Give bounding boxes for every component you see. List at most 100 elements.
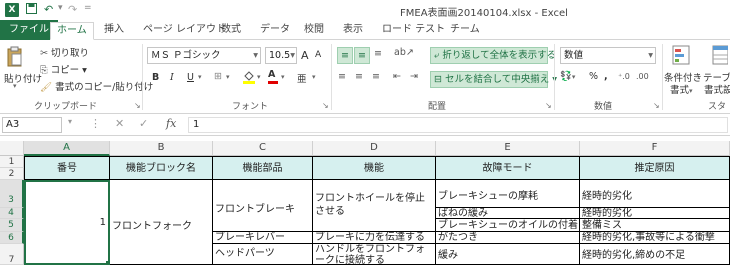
alignment-launcher-icon[interactable]: ↘ bbox=[545, 101, 552, 110]
failure-mode-cell[interactable]: ブレーキシューのオイルの付着 bbox=[436, 219, 580, 232]
header-cell-part[interactable]: 機能部品 bbox=[213, 156, 313, 180]
failure-mode-cell[interactable]: 緩み bbox=[436, 244, 580, 265]
row-header[interactable]: 4 bbox=[0, 208, 24, 219]
number-cell[interactable]: 1 bbox=[24, 180, 110, 265]
chevron-down-icon[interactable]: ▾ bbox=[226, 73, 230, 81]
wrap-text-button[interactable]: ⤶ 折り返して全体を表示する bbox=[430, 47, 556, 64]
fill-color-button[interactable] bbox=[243, 70, 255, 87]
failure-mode-cell[interactable]: がたつき bbox=[436, 232, 580, 244]
part-cell[interactable]: フロントブレーキ bbox=[213, 180, 313, 232]
accounting-format-button[interactable]: 💱▾ bbox=[560, 71, 575, 82]
table-format-label-2[interactable]: 書式設 bbox=[704, 82, 730, 96]
row-header[interactable]: 2 bbox=[0, 168, 24, 180]
decrease-decimal-button[interactable]: .00 bbox=[636, 72, 649, 81]
tab-data[interactable]: データ bbox=[254, 22, 296, 40]
italic-button[interactable]: I bbox=[170, 72, 174, 83]
orientation-button[interactable]: ab↗ bbox=[394, 47, 414, 58]
column-header-f[interactable]: F bbox=[580, 141, 730, 156]
header-cell-function[interactable]: 機能 bbox=[313, 156, 436, 180]
align-center-button[interactable]: ≡ bbox=[355, 71, 363, 82]
chevron-down-icon[interactable]: ▾ bbox=[281, 73, 285, 81]
tab-view[interactable]: 表示 bbox=[337, 22, 369, 40]
enter-icon[interactable]: ✓ bbox=[139, 117, 148, 130]
align-right-button[interactable]: ≡ bbox=[372, 71, 380, 82]
copy-button[interactable]: ⎘ コピー ▾ bbox=[40, 62, 87, 76]
insert-function-icon[interactable]: fx bbox=[166, 117, 176, 130]
cut-button[interactable]: ✂ 切り取り bbox=[40, 45, 89, 59]
align-middle-button[interactable]: ≡ bbox=[354, 47, 370, 64]
tab-review[interactable]: 校閲 bbox=[298, 22, 330, 40]
row-header[interactable]: 6 bbox=[0, 232, 24, 244]
font-size-select[interactable]: 10.5 ▾ bbox=[265, 47, 297, 64]
bold-button[interactable]: B bbox=[152, 72, 159, 83]
number-format-select[interactable]: 数値 ▾ bbox=[560, 47, 656, 64]
failure-mode-cell[interactable]: ばねの緩み bbox=[436, 208, 580, 219]
failure-mode-cell[interactable]: ブレーキシューの摩耗 bbox=[436, 180, 580, 208]
conditional-format-icon[interactable] bbox=[672, 45, 690, 68]
merge-center-button[interactable]: ⊟ セルを結合して中央揃え ▾ bbox=[430, 71, 557, 88]
phonetic-button[interactable]: 亜 bbox=[297, 71, 307, 85]
part-cell[interactable]: ヘッドパーツ bbox=[213, 244, 313, 265]
undo-icon[interactable]: ↶ bbox=[44, 3, 53, 16]
border-icon[interactable]: ⊞ bbox=[214, 71, 222, 82]
header-cell-failure-mode[interactable]: 故障モード bbox=[436, 156, 580, 180]
column-header-d[interactable]: D bbox=[313, 141, 436, 156]
block-cell[interactable]: フロントフォーク bbox=[110, 180, 213, 265]
column-header-b[interactable]: B bbox=[110, 141, 213, 156]
row-header[interactable]: 5 bbox=[0, 219, 24, 232]
paste-button[interactable] bbox=[6, 46, 24, 71]
paste-label[interactable]: 貼り付け bbox=[4, 71, 42, 85]
column-header-a[interactable]: A bbox=[24, 141, 110, 156]
increase-indent-button[interactable]: ⇥ bbox=[410, 71, 418, 82]
tab-team[interactable]: チーム bbox=[444, 22, 486, 40]
chevron-down-icon[interactable]: ▾ bbox=[257, 73, 261, 81]
chevron-down-icon[interactable]: ▾ bbox=[312, 73, 316, 81]
name-box-dropdown-icon[interactable]: ▾ bbox=[68, 117, 72, 126]
tab-formulas[interactable]: 数式 bbox=[215, 22, 247, 40]
function-cell[interactable]: フロントホイールを停止させる bbox=[313, 180, 436, 232]
undo-dropdown-icon[interactable]: ▾ bbox=[58, 3, 63, 13]
part-cell[interactable]: ブレーキレバー bbox=[213, 232, 313, 244]
paste-dropdown-icon[interactable]: ▾ bbox=[13, 82, 17, 90]
font-launcher-icon[interactable]: ↘ bbox=[322, 101, 329, 110]
clipboard-launcher-icon[interactable]: ↘ bbox=[134, 101, 141, 110]
column-header-e[interactable]: E bbox=[436, 141, 580, 156]
table-format-icon[interactable] bbox=[712, 45, 729, 68]
tab-insert[interactable]: 挿入 bbox=[98, 22, 130, 40]
column-header-c[interactable]: C bbox=[213, 141, 313, 156]
chevron-down-icon[interactable]: ▾ bbox=[198, 73, 202, 81]
grow-font-button[interactable]: A bbox=[301, 49, 309, 62]
row-header[interactable]: 7 bbox=[0, 244, 24, 265]
align-bottom-button[interactable]: ≡ bbox=[374, 48, 382, 59]
cause-cell[interactable]: 整備ミス bbox=[580, 219, 730, 232]
increase-decimal-button[interactable]: ⁺.0 bbox=[618, 72, 630, 81]
cause-cell[interactable]: 経時的劣化,締めの不足 bbox=[580, 244, 730, 265]
decrease-indent-button[interactable]: ⇤ bbox=[393, 71, 401, 82]
row-header[interactable]: 3 bbox=[0, 180, 24, 208]
percent-button[interactable]: % bbox=[589, 71, 598, 82]
shrink-font-button[interactable]: A bbox=[315, 50, 321, 60]
name-box[interactable]: A3 bbox=[2, 117, 62, 133]
redo-icon[interactable]: ↷ bbox=[68, 3, 77, 16]
header-cell-number[interactable]: 番号 bbox=[24, 156, 110, 180]
align-top-button[interactable]: ≡ bbox=[337, 47, 353, 64]
format-painter-button[interactable]: 🖌 書式のコピー/貼り付け bbox=[40, 79, 153, 93]
conditional-format-label-2[interactable]: 書式▾ bbox=[670, 82, 693, 96]
save-icon[interactable] bbox=[26, 3, 37, 17]
row-header[interactable]: 1 bbox=[0, 156, 24, 168]
cancel-icon[interactable]: ✕ bbox=[115, 117, 124, 130]
comma-button[interactable]: , bbox=[604, 71, 608, 82]
align-left-button[interactable]: ≡ bbox=[338, 71, 346, 82]
header-cell-block[interactable]: 機能ブロック名 bbox=[110, 156, 213, 180]
function-cell[interactable]: ブレーキに力を伝達する bbox=[313, 232, 436, 244]
underline-button[interactable]: U bbox=[187, 72, 194, 83]
cause-cell[interactable]: 経時的劣化 bbox=[580, 180, 730, 208]
font-name-select[interactable]: ＭＳ Ｐゴシック ▾ bbox=[147, 47, 261, 64]
select-all-corner[interactable] bbox=[0, 141, 24, 156]
header-cell-cause[interactable]: 推定原因 bbox=[580, 156, 730, 180]
function-cell[interactable]: ハンドルをフロントフォークに接続する bbox=[313, 244, 436, 265]
formula-input[interactable]: 1 bbox=[188, 117, 728, 133]
font-color-button[interactable]: A bbox=[268, 69, 278, 84]
tab-home[interactable]: ホーム bbox=[50, 22, 94, 40]
number-launcher-icon[interactable]: ↘ bbox=[653, 101, 660, 110]
